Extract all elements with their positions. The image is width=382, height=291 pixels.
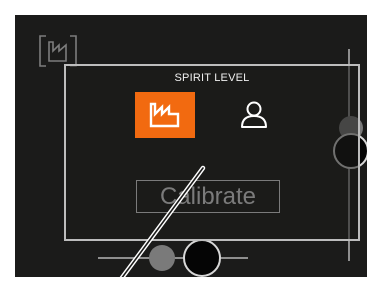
user-mode-button[interactable]: [224, 92, 284, 138]
factory-mode-button[interactable]: [135, 92, 195, 138]
horizontal-reference-marker: [149, 245, 175, 271]
spirit-level-dialog: SPIRIT LEVEL Calibrate: [64, 64, 360, 241]
dialog-title: SPIRIT LEVEL: [174, 72, 250, 84]
calibrate-button[interactable]: Calibrate: [136, 180, 280, 213]
user-icon: [241, 101, 267, 128]
factory-icon: [149, 102, 180, 128]
horizontal-level-bubble[interactable]: [183, 239, 221, 277]
spirit-level-screen: SPIRIT LEVEL Calibrate: [15, 15, 367, 277]
factory-logo-icon: [39, 35, 77, 67]
